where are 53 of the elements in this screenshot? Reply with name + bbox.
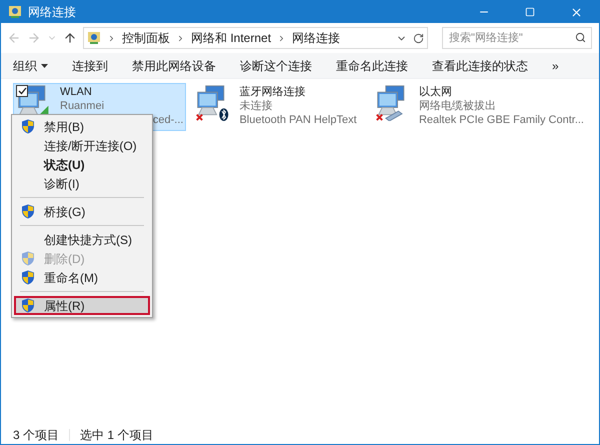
network-computers-icon — [195, 85, 232, 121]
menu-item[interactable]: 属性(R) — [14, 296, 150, 315]
close-icon — [570, 6, 582, 18]
menu-item[interactable]: 连接/断开连接(O) — [14, 136, 150, 155]
connection-name: WLAN — [60, 85, 93, 99]
dropdown-caret-icon — [41, 64, 48, 68]
control-panel-icon — [87, 31, 101, 45]
window-title: 网络连接 — [28, 4, 76, 21]
connection-status: 未连接 — [239, 99, 274, 113]
breadcrumb-separator-icon — [107, 34, 116, 42]
toolbar-button[interactable]: 重命名此连接 — [336, 56, 408, 74]
forward-icon[interactable] — [27, 31, 41, 45]
breadcrumb[interactable]: 网络和 Internet — [191, 29, 272, 47]
shield-icon — [21, 204, 35, 219]
toolbar-button[interactable]: 禁用此网络设备 — [132, 56, 216, 74]
connection-name: 蓝牙网络连接 — [239, 85, 306, 99]
breadcrumb-separator-icon — [176, 34, 185, 42]
shield-icon — [21, 270, 35, 285]
checkbox[interactable] — [16, 85, 28, 97]
menu-item[interactable]: 创建快捷方式(S) — [14, 230, 150, 249]
menu-item[interactable]: 诊断(I) — [14, 174, 150, 193]
connection-status: 网络电缆被拔出 — [418, 99, 497, 113]
up-icon[interactable] — [63, 31, 77, 45]
check-icon — [18, 87, 26, 95]
shield-icon — [21, 119, 35, 134]
selection-count: 选中 1 个项目 — [80, 427, 154, 444]
connection-status: Ruanmei — [60, 99, 106, 113]
search-field[interactable]: 搜索"网络连接" — [442, 27, 592, 49]
more-button[interactable]: » — [552, 56, 559, 74]
connection-item[interactable]: 蓝牙网络连接 未连接 Bluetooth PAN HelpText — [192, 83, 366, 131]
menu-item[interactable]: 状态(U) — [14, 155, 150, 174]
refresh-icon[interactable] — [413, 32, 424, 44]
shield-icon — [21, 251, 35, 266]
breadcrumb[interactable]: 控制面板 — [122, 29, 170, 47]
device-name: ced-... — [152, 113, 184, 127]
item-count: 3 个项目 — [13, 427, 60, 444]
connection-name: 以太网 — [418, 85, 453, 99]
breadcrumb[interactable]: 网络连接 — [292, 29, 340, 47]
toolbar-button[interactable]: 连接到 — [72, 56, 108, 74]
address-bar[interactable]: 控制面板 网络和 Internet 网络连接 — [83, 27, 428, 49]
window-icon — [8, 5, 22, 19]
toolbar-button[interactable]: 组织 — [13, 56, 48, 74]
toolbar-button[interactable]: 查看此连接的状态 — [432, 56, 528, 74]
menu-item[interactable]: 桥接(G) — [14, 202, 150, 221]
back-icon[interactable] — [7, 31, 21, 45]
device-name: Realtek PCIe GBE Family Contr... — [418, 113, 584, 127]
search-icon — [575, 32, 586, 43]
device-name: Bluetooth PAN HelpText — [239, 113, 358, 127]
toolbar-button[interactable]: 诊断这个连接 — [240, 56, 312, 74]
connection-item[interactable]: 以太网 网络电缆被拔出 Realtek PCIe GBE Family Contr... — [372, 83, 587, 131]
maximize-icon — [525, 7, 535, 17]
menu-item[interactable]: 重命名(M) — [14, 268, 150, 287]
shield-icon — [21, 298, 35, 313]
